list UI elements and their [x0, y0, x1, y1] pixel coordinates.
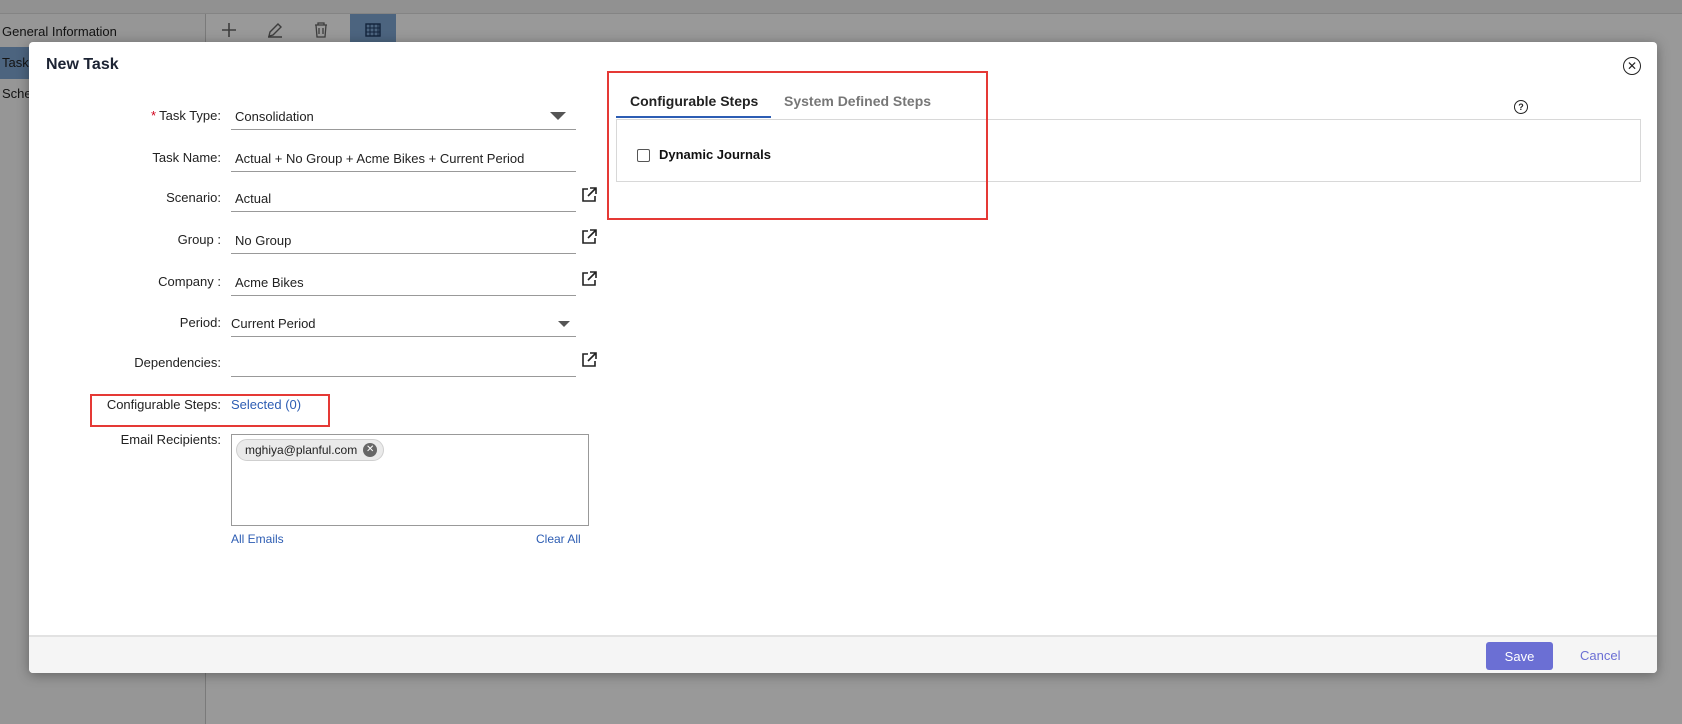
- dynamic-journals-label: Dynamic Journals: [659, 147, 771, 162]
- required-marker: *: [151, 108, 157, 123]
- question-circle-icon[interactable]: ?: [1514, 100, 1528, 114]
- task-type-label: Task Type:: [159, 108, 221, 123]
- dialog-footer: Save Cancel: [29, 635, 1657, 673]
- scenario-label: Scenario:: [166, 190, 221, 205]
- new-task-dialog: New Task ✕ * Task Type: Consolidation Tas…: [29, 42, 1657, 673]
- tab-configurable-steps[interactable]: Configurable Steps: [616, 84, 771, 118]
- group-label: Group :: [177, 232, 221, 247]
- task-name-row: Task Name: Actual + No Group + Acme Bike…: [29, 146, 629, 172]
- email-chip-label: mghiya@planful.com: [245, 443, 358, 457]
- period-label: Period:: [179, 315, 221, 330]
- chevron-down-icon[interactable]: [550, 112, 566, 120]
- clear-all-link[interactable]: Clear All: [536, 532, 581, 546]
- save-button[interactable]: Save: [1486, 642, 1553, 670]
- company-row: Company : Acme Bikes: [29, 270, 629, 296]
- task-type-select[interactable]: Consolidation: [231, 104, 576, 130]
- email-chip: mghiya@planful.com ✕: [236, 439, 385, 461]
- dialog-title: New Task: [46, 56, 119, 73]
- task-type-row: * Task Type: Consolidation: [29, 104, 629, 130]
- email-recipients-input[interactable]: mghiya@planful.com ✕: [231, 434, 589, 526]
- task-type-value: Consolidation: [235, 109, 314, 124]
- external-link-icon[interactable]: [580, 351, 598, 369]
- configurable-steps-label: Configurable Steps:: [106, 397, 221, 412]
- company-label: Company :: [158, 274, 221, 289]
- email-recipients-label: Email Recipients:: [120, 432, 221, 447]
- tab-system-defined-steps[interactable]: System Defined Steps: [784, 84, 931, 118]
- configurable-steps-panel: Dynamic Journals: [616, 119, 1641, 182]
- close-circle-icon[interactable]: ✕: [1623, 57, 1641, 75]
- scenario-input[interactable]: Actual: [231, 186, 576, 212]
- period-select[interactable]: Current Period: [231, 311, 576, 337]
- external-link-icon[interactable]: [580, 270, 598, 288]
- scenario-row: Scenario: Actual: [29, 186, 629, 212]
- task-name-label: Task Name:: [152, 150, 221, 165]
- external-link-icon[interactable]: [580, 186, 598, 204]
- all-emails-link[interactable]: All Emails: [231, 532, 284, 546]
- group-row: Group : No Group: [29, 228, 629, 254]
- group-input[interactable]: No Group: [231, 228, 576, 254]
- chevron-down-icon[interactable]: [558, 321, 570, 327]
- configurable-steps-row: Configurable Steps: Selected (0): [29, 393, 629, 419]
- period-value: Current Period: [231, 316, 316, 331]
- remove-chip-icon[interactable]: ✕: [363, 443, 378, 457]
- dependencies-row: Dependencies:: [29, 351, 629, 377]
- period-row: Period: Current Period: [29, 311, 629, 337]
- configurable-steps-selected-link[interactable]: Selected (0): [231, 397, 301, 412]
- dynamic-journals-checkbox[interactable]: [637, 149, 650, 162]
- cancel-button[interactable]: Cancel: [1580, 648, 1620, 663]
- dependencies-input[interactable]: [231, 351, 576, 377]
- task-name-input[interactable]: Actual + No Group + Acme Bikes + Current…: [231, 146, 576, 172]
- dependencies-label: Dependencies:: [134, 355, 221, 370]
- external-link-icon[interactable]: [580, 228, 598, 246]
- company-input[interactable]: Acme Bikes: [231, 270, 576, 296]
